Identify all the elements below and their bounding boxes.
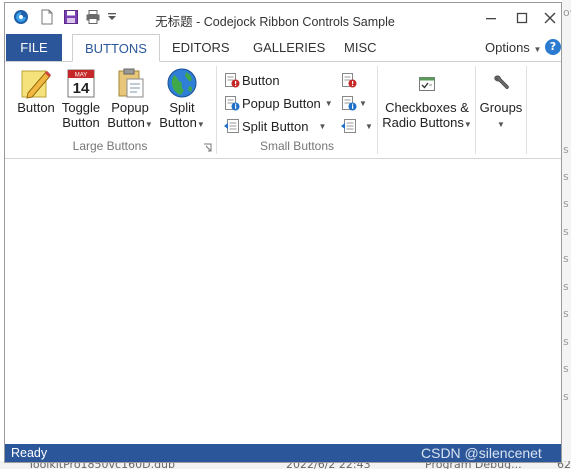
toggle-label-line1: Toggle (61, 100, 101, 115)
tab-buttons[interactable]: BUTTONS (72, 34, 160, 62)
group-label-small-buttons: Small Buttons (259, 139, 335, 153)
checkbox-icon (417, 74, 437, 94)
small-button-label: Button (242, 72, 280, 88)
group-separator (377, 66, 378, 154)
calendar-day: 14 (73, 80, 90, 97)
popup-label-line2: Button (107, 115, 145, 130)
info-doc-icon (341, 95, 357, 111)
bg-glyph: s (563, 280, 569, 293)
alert-doc-icon (341, 72, 357, 88)
tab-galleries[interactable]: GALLERIES (241, 34, 337, 61)
bg-glyph: s (563, 143, 569, 156)
split-label-line2: Button (159, 115, 197, 130)
print-icon[interactable] (85, 9, 101, 25)
small-icon-popup-button[interactable]: ▼ (341, 93, 367, 113)
options-label: Options (485, 40, 530, 55)
globe-icon (165, 66, 199, 100)
group-separator (216, 66, 217, 154)
app-window: 无标题 - Codejock Ribbon Controls Sample FI… (4, 2, 562, 463)
chevron-down-icon: ▼ (144, 120, 153, 129)
large-toggle-button[interactable]: MAY 14 Toggle Button (59, 66, 103, 130)
large-button[interactable]: Button (15, 66, 57, 115)
bg-glyph: s (563, 307, 569, 320)
bg-glyph: s (563, 225, 569, 238)
bg-glyph: s (563, 390, 569, 403)
dialog-launcher-icon[interactable] (203, 142, 213, 152)
checkboxes-label-line2: Radio Buttons (382, 115, 464, 130)
tab-file[interactable]: FILE (6, 34, 62, 61)
watermark-text: CSDN @silencenet (421, 445, 542, 461)
tab-editors[interactable]: EDITORS (160, 34, 242, 61)
small-split-icon (224, 118, 240, 134)
chevron-down-icon: ▼ (359, 98, 367, 108)
small-popup-icon (224, 95, 240, 111)
split-doc-icon (341, 118, 357, 134)
popup-label-line1: Popup (111, 100, 149, 115)
large-popup-button[interactable]: Popup Button▼ (107, 66, 153, 132)
small-icon-button-1[interactable] (341, 70, 359, 90)
tab-misc[interactable]: MISC (332, 34, 389, 61)
groups-label: Groups (479, 100, 523, 115)
small-button-icon (224, 72, 240, 88)
close-icon[interactable] (537, 7, 563, 29)
small-popup-button[interactable]: Popup Button ▼ (224, 93, 333, 113)
toggle-label-line2: Button (62, 115, 100, 130)
bg-glyph: ows (563, 6, 571, 19)
chevron-down-icon: ▼ (324, 98, 333, 108)
split-label-line1: Split (169, 100, 195, 115)
clipboard-icon (113, 66, 147, 100)
background-right-strip: ows s s s s s s s s s s (562, 0, 571, 469)
small-split-label: Split Button (242, 118, 309, 134)
group-label-large-buttons: Large Buttons (72, 139, 148, 153)
window-title: 无标题 - Codejock Ribbon Controls Sample (155, 15, 395, 29)
large-button-label: Button (17, 100, 55, 115)
chevron-down-icon: ▼ (497, 120, 505, 129)
small-button[interactable]: Button (224, 70, 280, 90)
status-bar: Ready CSDN @silencenet (5, 444, 561, 462)
chevron-down-icon: ▼ (533, 45, 542, 54)
chevron-down-icon: ▼ (318, 121, 327, 131)
chevron-down-icon: ▼ (463, 120, 472, 129)
help-icon[interactable]: ? (545, 39, 561, 55)
groups-button[interactable]: Groups ▼ (477, 66, 525, 132)
group-separator (526, 66, 527, 154)
document-area[interactable] (5, 159, 561, 444)
title-bar: 无标题 - Codejock Ribbon Controls Sample (5, 3, 561, 33)
minimize-icon[interactable] (478, 7, 504, 29)
bg-glyph: s (563, 252, 569, 265)
bg-glyph: s (563, 170, 569, 183)
save-icon[interactable] (63, 9, 79, 25)
group-separator (475, 66, 476, 154)
chevron-down-icon: ▼ (196, 120, 205, 129)
status-text: Ready (11, 446, 48, 460)
bg-glyph: s (563, 197, 569, 210)
small-icon-split-button[interactable]: ▼ (341, 116, 373, 136)
small-split-button[interactable]: Split Button ▼ (224, 116, 326, 136)
wrench-icon (491, 74, 511, 94)
large-split-button[interactable]: Split Button▼ (157, 66, 207, 132)
ribbon-panel: Button MAY 14 Toggle Button Popup Button… (5, 61, 561, 159)
checkboxes-radio-button[interactable]: Checkboxes & Radio Buttons▼ (381, 66, 473, 132)
bg-glyph: s (563, 335, 569, 348)
pencil-note-icon (19, 66, 53, 100)
new-document-icon[interactable] (39, 9, 55, 25)
small-popup-label: Popup Button (242, 95, 321, 111)
maximize-icon[interactable] (509, 7, 535, 29)
bg-glyph: s (563, 362, 569, 375)
customize-qat-icon[interactable] (107, 11, 117, 27)
ribbon-tabs: FILE BUTTONS EDITORS GALLERIES MISC Opti… (5, 33, 561, 62)
checkboxes-label-line1: Checkboxes & (385, 100, 469, 115)
calendar-icon: MAY 14 (64, 66, 98, 100)
app-logo-icon[interactable] (13, 9, 29, 25)
chevron-down-icon: ▼ (365, 121, 373, 131)
options-menu[interactable]: Options ▼ (485, 34, 541, 61)
calendar-month: MAY (75, 73, 88, 79)
